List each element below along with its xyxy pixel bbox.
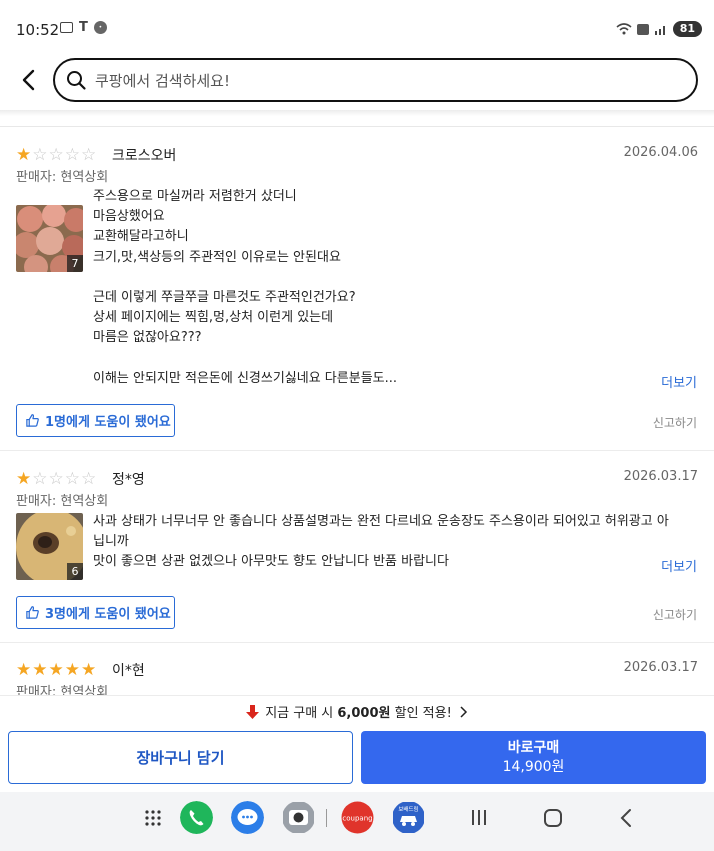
nav-back-icon[interactable] [619, 808, 633, 828]
wifi-icon [616, 23, 632, 35]
buy-now-label: 바로구매 [507, 739, 560, 756]
apps-grid-icon[interactable] [144, 809, 162, 827]
review-text: 사과 상태가 너무너무 안 좋습니다 상품설명과는 완전 다르네요 운송장도 주… [93, 514, 669, 570]
star-rating: ★ ★ ★ ★ ★ [16, 662, 96, 679]
star-filled-icon: ★ [32, 660, 48, 680]
helpful-button[interactable]: 3명에게 도움이 됐어요 [16, 596, 175, 629]
review-seller: 판매자: 현역상회 [16, 685, 109, 695]
review-photo[interactable]: 6 [16, 513, 83, 580]
discount-prefix: 지금 구매 시 [265, 706, 338, 721]
coupang-app-icon[interactable]: coupang [341, 801, 374, 834]
star-filled-icon: ★ [16, 660, 32, 680]
more-link[interactable]: 더보기 [661, 556, 697, 575]
star-filled-icon: ★ [16, 469, 32, 489]
home-icon[interactable] [543, 808, 563, 828]
star-filled-icon: ★ [64, 660, 80, 680]
review-header: ★ ☆ ☆ ☆ ☆ 정*영 2026.03.17 [16, 468, 698, 490]
star-empty-icon: ☆ [64, 469, 80, 489]
coupang-app-label: coupang [342, 815, 372, 823]
review-seller: 판매자: 현역상회 [16, 170, 109, 185]
star-filled-icon: ★ [16, 145, 32, 165]
star-empty-icon: ☆ [32, 145, 48, 165]
status-time: 10:52 [16, 21, 60, 39]
search-header [0, 58, 714, 110]
system-dock: coupang 보배드림 [0, 792, 714, 851]
star-empty-icon: ☆ [32, 469, 48, 489]
review-photo[interactable]: 7 [16, 205, 83, 272]
system-icons: 81 [616, 21, 702, 37]
header-divider [0, 110, 714, 116]
review-divider [0, 642, 714, 643]
car-app-icon[interactable]: 보배드림 [392, 801, 425, 834]
review-seller: 판매자: 현역상회 [16, 494, 109, 509]
review-divider [0, 450, 714, 451]
star-rating: ★ ☆ ☆ ☆ ☆ [16, 471, 96, 488]
star-empty-icon: ☆ [48, 469, 64, 489]
search-icon [67, 71, 86, 90]
screenshot-icon [60, 22, 73, 33]
discount-banner[interactable]: 지금 구매 시 6,000원 할인 적용! [0, 695, 714, 727]
camera-app-icon[interactable] [282, 801, 315, 834]
star-empty-icon: ☆ [48, 145, 64, 165]
report-link[interactable]: 신고하기 [653, 606, 697, 623]
review-text: 주스용으로 마실꺼라 저렴한거 샀더니 마음상했어요 교환해달라고하니 크기,맛… [93, 189, 398, 386]
dock-divider [326, 809, 327, 827]
review-date: 2026.03.17 [623, 469, 698, 484]
thumbs-up-icon [26, 414, 39, 427]
search-input[interactable] [95, 68, 655, 94]
phone-app-icon[interactable] [180, 801, 213, 834]
photo-count: 6 [67, 563, 83, 580]
tesla-icon: T [79, 19, 88, 35]
thumbs-up-icon [26, 606, 39, 619]
search-box[interactable] [53, 58, 698, 102]
signal-icon [654, 26, 665, 35]
helpful-button[interactable]: 1명에게 도움이 됐어요 [16, 404, 175, 437]
discount-text: 지금 구매 시 6,000원 할인 적용! [265, 702, 452, 721]
recents-icon[interactable] [470, 809, 488, 826]
report-link[interactable]: 신고하기 [653, 414, 697, 431]
car-app-label: 보배드림 [398, 805, 418, 813]
buy-now-button[interactable]: 바로구매 14,900원 [361, 731, 706, 784]
notification-icons: T • [60, 21, 107, 34]
more-link[interactable]: 더보기 [661, 372, 697, 391]
volte-icon [636, 23, 649, 35]
back-arrow-icon[interactable] [16, 66, 44, 94]
review-list: ★ ☆ ☆ ☆ ☆ 크로스오버 2026.04.06 판매자: 현역상회 7 주… [0, 127, 714, 695]
star-empty-icon: ☆ [81, 469, 97, 489]
review-author: 정*영 [112, 472, 145, 488]
review-date: 2026.03.17 [623, 660, 698, 675]
review-author: 이*현 [112, 663, 145, 679]
buy-now-price: 14,900원 [502, 758, 565, 775]
star-filled-icon: ★ [81, 660, 97, 680]
review-date: 2026.04.06 [623, 145, 698, 160]
down-arrow-icon [246, 704, 260, 719]
battery-icon: 81 [672, 21, 702, 37]
status-bar: 10:52 T • 81 [0, 0, 714, 58]
star-filled-icon: ★ [48, 660, 64, 680]
helpful-label: 3명에게 도움이 됐어요 [45, 607, 171, 622]
helpful-label: 1명에게 도움이 됐어요 [45, 415, 171, 430]
talk-icon: • [93, 21, 107, 34]
star-rating: ★ ☆ ☆ ☆ ☆ [16, 147, 96, 164]
review-header: ★ ☆ ☆ ☆ ☆ 크로스오버 2026.04.06 [16, 144, 698, 166]
messages-app-icon[interactable] [231, 801, 264, 834]
star-empty-icon: ☆ [64, 145, 80, 165]
discount-amount: 6,000원 [337, 706, 391, 721]
add-to-cart-button[interactable]: 장바구니 담기 [8, 731, 353, 784]
star-empty-icon: ☆ [81, 145, 97, 165]
photo-count: 7 [67, 255, 83, 272]
discount-suffix: 할인 적용! [390, 706, 452, 721]
chevron-right-icon [460, 705, 467, 718]
review-header: ★ ★ ★ ★ ★ 이*현 2026.03.17 [16, 659, 698, 681]
review-author: 크로스오버 [112, 148, 177, 164]
